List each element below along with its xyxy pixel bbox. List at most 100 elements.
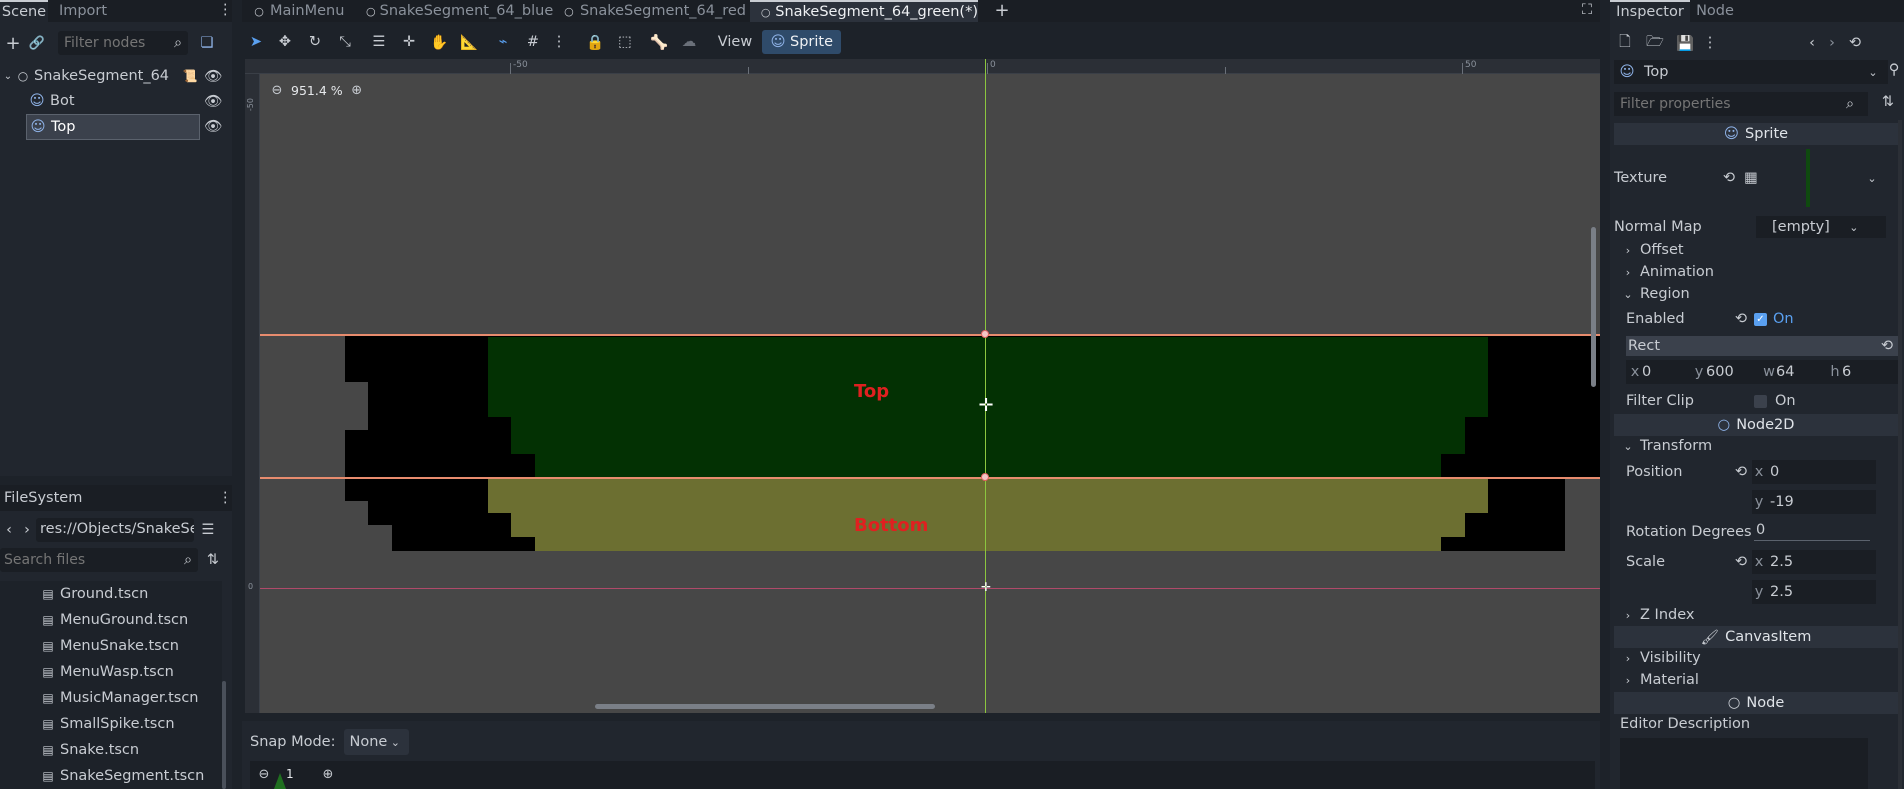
tab-inspector[interactable]: Inspector bbox=[1610, 0, 1690, 22]
scene-script-icon[interactable]: ❏ bbox=[194, 35, 220, 51]
snap-mode-select[interactable]: None ⌄ bbox=[343, 729, 410, 755]
filter-properties-input[interactable] bbox=[1620, 96, 1840, 112]
rotation-slider[interactable] bbox=[1754, 540, 1870, 541]
sort-properties-icon[interactable]: ⇅ bbox=[1878, 94, 1898, 110]
scale-x-field[interactable]: x 2.5 bbox=[1752, 550, 1876, 574]
visibility-eye-icon[interactable]: 👁 bbox=[204, 93, 222, 110]
list-item[interactable]: ▤ MenuWasp.tscn bbox=[0, 659, 222, 685]
group-material[interactable]: › Material bbox=[1622, 670, 1699, 690]
bone-icon[interactable]: 🦴 bbox=[644, 34, 674, 51]
script-icon[interactable]: 📜 bbox=[182, 69, 198, 83]
selection-handle[interactable] bbox=[981, 330, 989, 338]
group-animation[interactable]: › Animation bbox=[1622, 262, 1714, 282]
viewport[interactable]: -50 0 50 -50 0 ⊖ 951.4 % ⊕ ✛ ✛ Top Botto… bbox=[245, 59, 1600, 713]
save-icon[interactable]: 💾 bbox=[1670, 35, 1700, 52]
move-tool-icon[interactable]: ✥ bbox=[270, 34, 300, 50]
texture-preview[interactable] bbox=[1806, 149, 1810, 207]
node-help-icon[interactable]: ⚲ bbox=[1884, 62, 1904, 78]
file-list-scrollbar[interactable] bbox=[222, 681, 226, 789]
enabled-checkbox[interactable]: ✓ On bbox=[1754, 311, 1794, 327]
add-node-icon[interactable]: + bbox=[0, 33, 26, 54]
rect-y-value[interactable]: 600 bbox=[1706, 364, 1762, 380]
group-transform[interactable]: ⌄ Transform bbox=[1622, 436, 1712, 456]
tab-node[interactable]: Node bbox=[1690, 0, 1740, 22]
group-offset[interactable]: › Offset bbox=[1622, 240, 1684, 260]
list-item[interactable]: ▤ Ground.tscn bbox=[0, 581, 222, 607]
frame-number[interactable]: 1 bbox=[286, 767, 294, 781]
lock-icon[interactable]: 🔒 bbox=[580, 34, 610, 51]
texture-icon[interactable]: ▦ bbox=[1742, 170, 1760, 186]
group-visibility[interactable]: › Visibility bbox=[1622, 648, 1701, 668]
history-back-icon[interactable]: ‹ bbox=[1802, 35, 1822, 51]
grid-snap-icon[interactable]: # bbox=[518, 34, 548, 50]
viewport-scrollbar-v[interactable] bbox=[1591, 227, 1596, 387]
sort-icon[interactable]: ⇅ bbox=[198, 552, 228, 568]
back-arrow-icon[interactable]: ‹ bbox=[0, 522, 18, 538]
scale-tool-icon[interactable]: ⤡ bbox=[330, 34, 360, 50]
list-select-icon[interactable]: ☰ bbox=[364, 34, 394, 50]
list-item[interactable]: ▤ SnakeSegment.tscn bbox=[0, 763, 222, 789]
editor-description-field[interactable] bbox=[1620, 738, 1868, 789]
revert-icon[interactable]: ⟲ bbox=[1878, 338, 1896, 354]
rect-x-value[interactable]: 0 bbox=[1642, 364, 1692, 380]
link-icon[interactable]: 🔗 bbox=[26, 36, 48, 51]
section-node2d[interactable]: ○ Node2D bbox=[1614, 414, 1898, 436]
view-menu[interactable]: View bbox=[716, 34, 754, 50]
tab-import[interactable]: Import bbox=[48, 0, 118, 22]
revert-icon[interactable]: ⟲ bbox=[1732, 464, 1750, 480]
revert-icon[interactable]: ⟲ bbox=[1732, 311, 1750, 327]
rotation-field[interactable]: 0 bbox=[1754, 520, 1890, 544]
inspector-scrollbar[interactable] bbox=[1898, 120, 1902, 789]
visibility-eye-icon[interactable]: 👁 bbox=[204, 118, 222, 135]
history-icon[interactable]: ⟲ bbox=[1842, 35, 1868, 51]
path-field[interactable]: res://Objects/SnakeSe bbox=[36, 518, 194, 542]
select-tool-icon[interactable]: ➤ bbox=[242, 34, 270, 50]
position-y-field[interactable]: y -19 bbox=[1752, 490, 1876, 514]
group-region[interactable]: ⌄ Region bbox=[1622, 284, 1689, 304]
section-canvasitem[interactable]: 🖌 CanvasItem bbox=[1614, 626, 1898, 648]
dock-menu-icon[interactable]: ⋮ bbox=[218, 2, 233, 18]
sprite-menu[interactable]: ☺ Sprite bbox=[762, 30, 842, 54]
pivot-tool-icon[interactable]: ✛ bbox=[394, 34, 424, 50]
new-resource-icon[interactable]: 🗋 bbox=[1610, 31, 1640, 56]
revert-icon[interactable]: ⟲ bbox=[1732, 554, 1750, 570]
tree-item-snakesegment[interactable]: ⌄ ○ SnakeSegment_64 📜 👁 bbox=[2, 64, 230, 88]
open-folder-icon[interactable]: 🗁 bbox=[1640, 31, 1670, 56]
selection-handle[interactable] bbox=[981, 473, 989, 481]
tab-snakesegment-red[interactable]: ○ SnakeSegment_64_red bbox=[552, 0, 746, 22]
tab-mainmenu[interactable]: ○ MainMenu bbox=[242, 0, 352, 22]
add-tab-icon[interactable]: + bbox=[992, 0, 1012, 21]
frame-thumbnail[interactable] bbox=[274, 773, 286, 789]
tab-snakesegment-blue[interactable]: ○ SnakeSegment_64_blue bbox=[356, 0, 553, 22]
filter-nodes-field[interactable]: ⌕ bbox=[58, 31, 188, 55]
scale-y-field[interactable]: y 2.5 bbox=[1752, 580, 1876, 604]
revert-icon[interactable]: ⟲ bbox=[1720, 170, 1738, 186]
distraction-free-icon[interactable]: ⛶ bbox=[1578, 2, 1596, 18]
rect-w-value[interactable]: 64 bbox=[1776, 364, 1828, 380]
zoom-out-icon[interactable]: ⊖ bbox=[269, 83, 285, 98]
tree-item-top[interactable]: ☺ Top bbox=[26, 114, 200, 140]
zoom-level[interactable]: 951.4 % bbox=[291, 83, 343, 98]
history-forward-icon[interactable]: › bbox=[1822, 35, 1842, 51]
list-item[interactable]: ▤ MenuGround.tscn bbox=[0, 607, 222, 633]
snap-options-icon[interactable]: ⋮ bbox=[548, 34, 570, 50]
normal-map-value[interactable]: [empty] ⌄ bbox=[1756, 216, 1886, 238]
section-sprite[interactable]: ☺ Sprite bbox=[1614, 123, 1898, 145]
list-item[interactable]: ▤ Snake.tscn bbox=[0, 737, 222, 763]
group-icon[interactable]: ⬚ bbox=[610, 34, 640, 50]
chevron-down-icon[interactable]: ⌄ bbox=[1864, 172, 1880, 185]
forward-arrow-icon[interactable]: › bbox=[18, 522, 36, 538]
filter-clip-checkbox[interactable]: On bbox=[1754, 393, 1796, 409]
pivot-cross-icon[interactable]: ✛ bbox=[977, 395, 995, 416]
layout-toggle-icon[interactable]: ☰ bbox=[194, 522, 222, 538]
list-item[interactable]: ▤ SmallSpike.tscn bbox=[0, 711, 222, 737]
zoom-out-icon[interactable]: ⊖ bbox=[256, 767, 272, 782]
search-files-input[interactable] bbox=[4, 552, 164, 568]
camera-icon[interactable]: ☁ bbox=[674, 34, 704, 50]
group-zindex[interactable]: › Z Index bbox=[1622, 605, 1695, 625]
tree-item-bot[interactable]: ☺ Bot 👁 bbox=[2, 88, 230, 114]
bottom-sprite[interactable] bbox=[488, 479, 1488, 551]
zoom-in-icon[interactable]: ⊕ bbox=[320, 767, 336, 782]
tab-scene[interactable]: Scene bbox=[0, 0, 48, 22]
zoom-in-icon[interactable]: ⊕ bbox=[349, 83, 365, 98]
